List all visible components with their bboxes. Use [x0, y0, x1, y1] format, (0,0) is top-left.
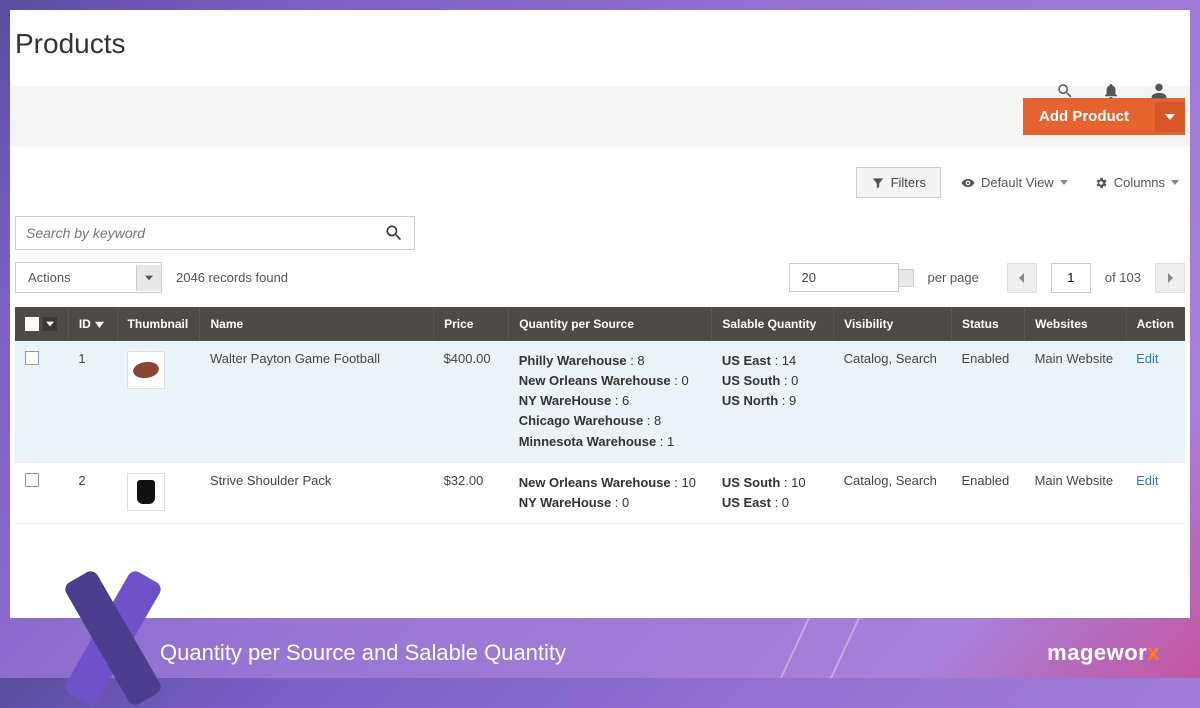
chevron-down-icon — [1171, 180, 1179, 185]
select-all-checkbox[interactable] — [25, 317, 39, 331]
footer-bar: Quantity per Source and Salable Quantity… — [0, 628, 1200, 678]
search-input-wrapper[interactable] — [15, 216, 415, 250]
search-icon[interactable] — [384, 223, 404, 243]
page-total: of 103 — [1105, 270, 1141, 285]
cell-visibility: Catalog, Search — [834, 462, 952, 523]
columns-label: Columns — [1114, 175, 1165, 190]
col-salable[interactable]: Salable Quantity — [712, 307, 834, 341]
page-size-value: 20 — [789, 263, 899, 292]
edit-link[interactable]: Edit — [1136, 473, 1158, 488]
filters-button[interactable]: Filters — [856, 167, 941, 198]
records-found: 2046 records found — [176, 270, 288, 285]
cell-qty-source: New Orleans Warehouse : 10NY WareHouse :… — [509, 462, 712, 523]
user-icon[interactable] — [1148, 80, 1170, 107]
page-title: Products — [15, 28, 1190, 60]
search-icon[interactable] — [1056, 82, 1074, 105]
cell-price: $400.00 — [434, 341, 509, 462]
sort-icon[interactable] — [95, 317, 104, 331]
thumbnail[interactable] — [127, 473, 165, 511]
cell-salable: US East : 14US South : 0US North : 9 — [712, 341, 834, 462]
brand-text: magewor — [1047, 640, 1147, 665]
default-view-dropdown[interactable]: Default View — [955, 168, 1074, 197]
brand-logo: mageworx — [1047, 640, 1160, 666]
table-row[interactable]: 1 Walter Payton Game Football $400.00 Ph… — [15, 341, 1185, 462]
search-input[interactable] — [26, 225, 384, 241]
page-size-dropdown[interactable]: 20 — [789, 263, 914, 292]
page-input[interactable] — [1051, 263, 1091, 293]
cell-status: Enabled — [951, 341, 1024, 462]
eye-icon — [961, 176, 975, 190]
cell-qty-source: Philly Warehouse : 8New Orleans Warehous… — [509, 341, 712, 462]
col-name[interactable]: Name — [200, 307, 434, 341]
products-grid: ID Thumbnail Name Price Quantity per Sou… — [15, 307, 1185, 524]
thumbnail[interactable] — [127, 351, 165, 389]
col-visibility[interactable]: Visibility — [834, 307, 952, 341]
cell-status: Enabled — [951, 462, 1024, 523]
col-thumbnail[interactable]: Thumbnail — [117, 307, 200, 341]
bell-icon[interactable] — [1102, 82, 1120, 105]
default-view-label: Default View — [981, 175, 1054, 190]
chevron-down-icon — [136, 265, 161, 291]
row-checkbox[interactable] — [25, 473, 39, 487]
col-qty-source[interactable]: Quantity per Source — [509, 307, 712, 341]
col-status[interactable]: Status — [951, 307, 1024, 341]
cell-name: Walter Payton Game Football — [200, 341, 434, 462]
table-row[interactable]: 2 Strive Shoulder Pack $32.00 New Orlean… — [15, 462, 1185, 523]
prev-page-button[interactable] — [1007, 263, 1037, 293]
next-page-button[interactable] — [1155, 263, 1185, 293]
edit-link[interactable]: Edit — [1136, 351, 1158, 366]
cell-visibility: Catalog, Search — [834, 341, 952, 462]
gear-icon — [1094, 176, 1108, 190]
cell-name: Strive Shoulder Pack — [200, 462, 434, 523]
actions-dropdown[interactable]: Actions — [15, 262, 162, 293]
cell-websites: Main Website — [1025, 462, 1127, 523]
col-id[interactable]: ID — [79, 317, 91, 331]
col-websites[interactable]: Websites — [1025, 307, 1127, 341]
brand-x: x — [1147, 640, 1160, 665]
cell-price: $32.00 — [434, 462, 509, 523]
col-price[interactable]: Price — [434, 307, 509, 341]
per-page-label: per page — [928, 270, 979, 285]
cell-id: 2 — [68, 462, 117, 523]
cell-websites: Main Website — [1025, 341, 1127, 462]
cell-salable: US South : 10US East : 0 — [712, 462, 834, 523]
col-action[interactable]: Action — [1126, 307, 1185, 341]
actions-label: Actions — [16, 263, 136, 292]
columns-dropdown[interactable]: Columns — [1088, 168, 1185, 197]
chevron-down-icon[interactable] — [43, 317, 57, 331]
filters-label: Filters — [891, 175, 926, 190]
chevron-down-icon — [1060, 180, 1068, 185]
filter-icon — [871, 176, 885, 190]
chevron-down-icon — [899, 269, 914, 287]
app-frame: Products Add Product Filters Default Vie… — [10, 10, 1190, 618]
row-checkbox[interactable] — [25, 351, 39, 365]
add-product-label: Add Product — [1039, 108, 1129, 125]
cell-id: 1 — [68, 341, 117, 462]
footer-caption: Quantity per Source and Salable Quantity — [160, 640, 566, 666]
